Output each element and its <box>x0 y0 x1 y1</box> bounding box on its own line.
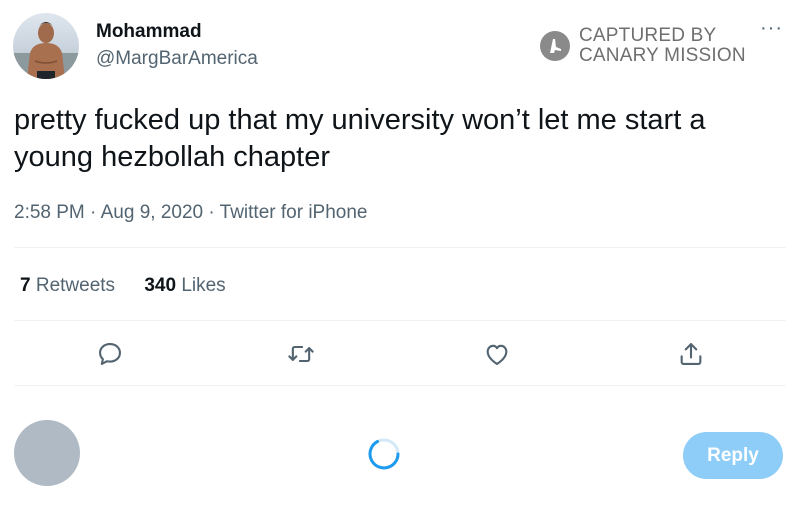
retweet-icon <box>288 345 314 363</box>
meta-separator: · <box>90 202 97 223</box>
retweet-action-button[interactable] <box>287 340 315 368</box>
author-display-name[interactable]: Mohammad <box>96 21 202 43</box>
tweet-stats: 7 Retweets 340 Likes <box>20 275 250 297</box>
watermark-line-1: CAPTURED BY <box>579 25 717 46</box>
share-action-button[interactable] <box>677 340 705 368</box>
share-icon <box>680 343 702 365</box>
retweets-stat[interactable]: 7 Retweets <box>20 275 120 296</box>
tweet-time[interactable]: 2:58 PM <box>14 202 85 223</box>
reply-button[interactable]: Reply <box>683 432 783 479</box>
divider <box>14 320 786 321</box>
likes-count: 340 <box>144 275 177 296</box>
retweets-count: 7 <box>20 275 31 296</box>
reply-icon <box>99 343 121 365</box>
tweet-source[interactable]: Twitter for iPhone <box>220 202 368 223</box>
watermark-line-2: CANARY MISSION <box>579 45 746 66</box>
like-icon <box>486 344 508 365</box>
canary-mission-watermark: CAPTURED BY CANARY MISSION <box>539 26 746 66</box>
current-user-avatar <box>14 420 80 486</box>
more-options-icon[interactable]: ··· <box>760 18 783 38</box>
tweet-text: pretty fucked up that my university won’… <box>14 104 706 173</box>
divider <box>14 385 786 386</box>
divider <box>14 247 786 248</box>
retweets-label: Retweets <box>35 275 116 296</box>
author-avatar[interactable] <box>13 13 79 79</box>
meta-separator: · <box>208 202 215 223</box>
canary-logo-icon <box>540 31 570 61</box>
likes-label: Likes <box>181 275 226 296</box>
like-action-button[interactable] <box>483 340 511 368</box>
loading-spinner-icon <box>368 438 400 470</box>
likes-stat[interactable]: 340 Likes <box>144 275 225 296</box>
tweet-metadata: 2:58 PM · Aug 9, 2020 · Twitter for iPho… <box>14 202 367 224</box>
tweet-date[interactable]: Aug 9, 2020 <box>101 202 203 223</box>
author-handle[interactable]: @MargBarAmerica <box>96 48 258 70</box>
reply-action-button[interactable] <box>96 340 124 368</box>
